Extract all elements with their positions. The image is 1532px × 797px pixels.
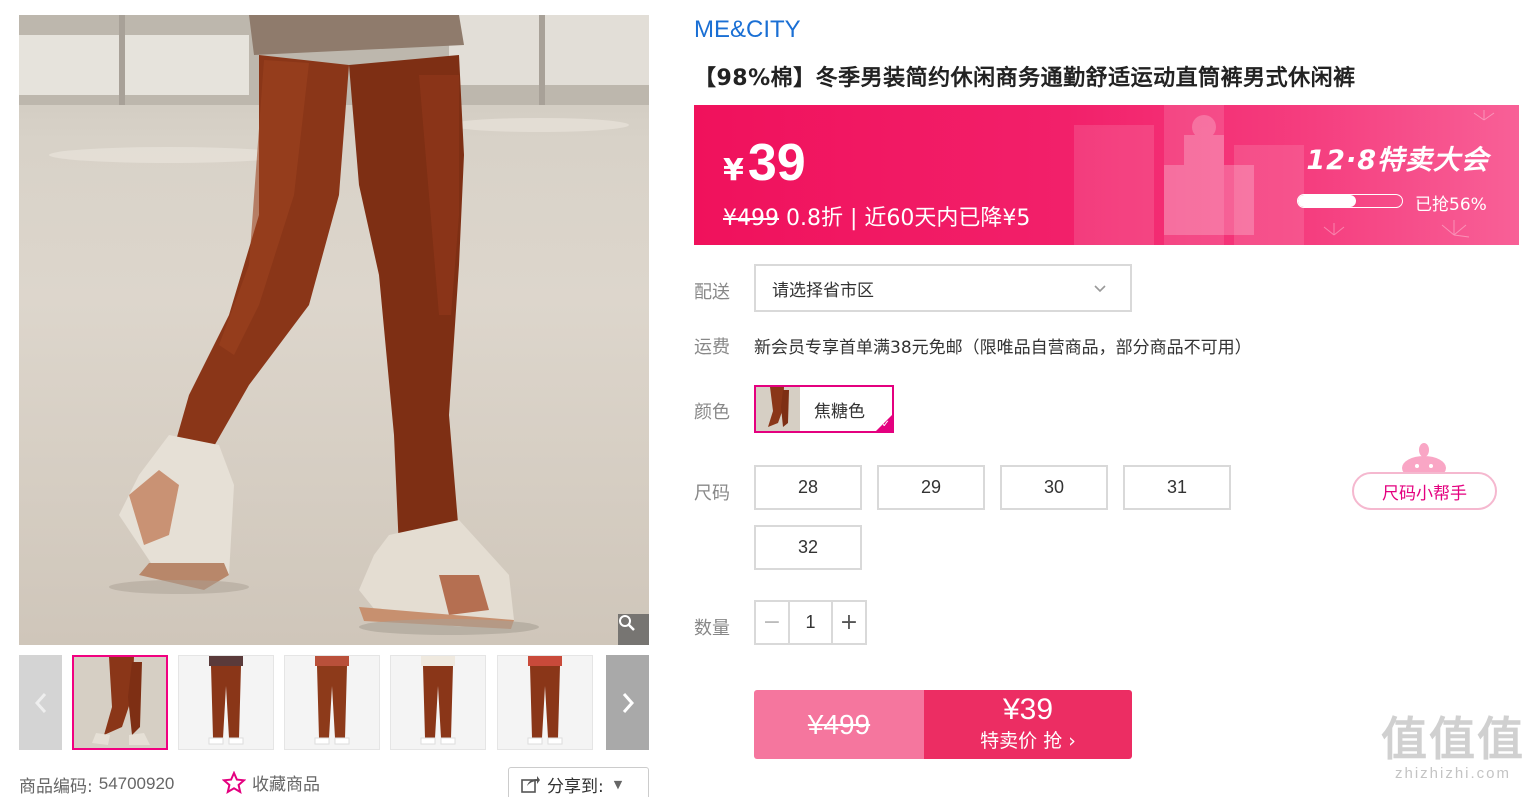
thumbnail-2[interactable] [178,655,274,750]
favorite-label: 收藏商品 [252,775,320,795]
chevron-down-icon [1094,285,1106,293]
chevron-left-icon [34,692,46,713]
currency-symbol: ¥ [723,153,744,188]
size-option-31[interactable]: 31 [1123,465,1231,510]
event-name: 12·8特卖大会 [1306,145,1489,176]
product-code-value: 54700920 [98,774,175,793]
caret-down-icon: ▼ [613,777,623,791]
flash-sale-banner: ¥ 39 ¥499 0.8折 | 近60天内已降¥5 12·8特卖大会 已抢56… [694,105,1519,245]
buy-now-button[interactable]: ¥39 特卖价 抢 › [924,690,1132,759]
original-price: ¥499 [723,206,779,231]
delivery-label: 配送 [694,282,730,303]
site-watermark: 值值值 zhizhizhi.com [1378,713,1528,782]
size-option-30[interactable]: 30 [1000,465,1108,510]
zoom-button[interactable] [618,614,649,645]
thumbnail-image [179,656,273,749]
thumbnail-image [498,656,592,749]
product-title: 【98%棉】冬季男装简约休闲商务通勤舒适运动直筒裤男式休闲裤 [694,66,1356,91]
thumbnail-strip [19,655,649,750]
shipping-label: 运费 [694,337,730,358]
size-label: 尺码 [694,483,730,504]
sold-progress-bar [1297,194,1403,208]
product-code: 商品编码: 54700920 [19,770,174,797]
favorite-link[interactable]: 收藏商品 [222,770,320,795]
price-subline: ¥499 0.8折 | 近60天内已降¥5 [723,200,1030,232]
main-product-photo[interactable] [19,15,649,645]
sold-progress-fill [1298,195,1357,207]
quantity-decrease-button[interactable]: − [756,602,790,643]
quantity-stepper: − 1 + [754,600,867,645]
thumb-next-button[interactable] [606,655,649,750]
share-dropdown[interactable]: 分享到: ▼ [508,767,649,797]
thumbnail-5[interactable] [497,655,593,750]
color-label: 颜色 [694,402,730,423]
size-helper-button[interactable]: 尺码小帮手 [1352,472,1497,510]
thumbnail-image [285,656,379,749]
watermark-logo: 值值值 [1381,712,1525,766]
check-icon: ✓ [881,419,890,430]
region-placeholder: 请选择省市区 [772,280,874,301]
star-icon [222,770,246,794]
discount-text: 0.8折 | 近60天内已降¥5 [779,206,1031,231]
color-swatch [756,387,800,431]
region-select[interactable]: 请选择省市区 [754,264,1132,312]
product-code-label: 商品编码: [19,776,93,797]
watermark-domain: zhizhizhi.com [1394,765,1512,782]
original-price-button[interactable]: ¥499 [754,690,924,759]
share-icon [521,776,540,793]
shipping-text: 新会员专享首单满38元免邮（限唯品自营商品，部分商品不可用） [754,338,1252,358]
thumbnail-4[interactable] [390,655,486,750]
sale-price: ¥ 39 [723,133,806,193]
share-label: 分享到: [547,776,604,797]
size-option-32[interactable]: 32 [754,525,862,570]
color-option-name: 焦糖色 [814,401,865,422]
color-option-selected[interactable]: 焦糖色 ✓ [754,385,894,433]
color-swatch-image [756,387,800,431]
sold-progress-label: 已抢56% [1415,195,1487,215]
size-option-29[interactable]: 29 [877,465,985,510]
quantity-value[interactable]: 1 [790,602,831,643]
buy-price: ¥39 [1002,693,1054,726]
size-option-28[interactable]: 28 [754,465,862,510]
magnifier-icon [619,615,635,631]
thumb-prev-button[interactable] [19,655,62,750]
thumbnail-image [74,657,166,748]
quantity-label: 数量 [694,618,730,639]
quantity-increase-button[interactable]: + [831,602,865,643]
thumbnail-1[interactable] [72,655,168,750]
pants-photo-illustration [19,15,649,635]
sale-price-value: 39 [747,134,806,192]
brand-link[interactable]: ME&CITY [694,16,801,44]
thumbnail-3[interactable] [284,655,380,750]
thumbnail-image [391,656,485,749]
buy-label: 特卖价 抢 › [980,730,1076,752]
chevron-right-icon [622,692,634,713]
